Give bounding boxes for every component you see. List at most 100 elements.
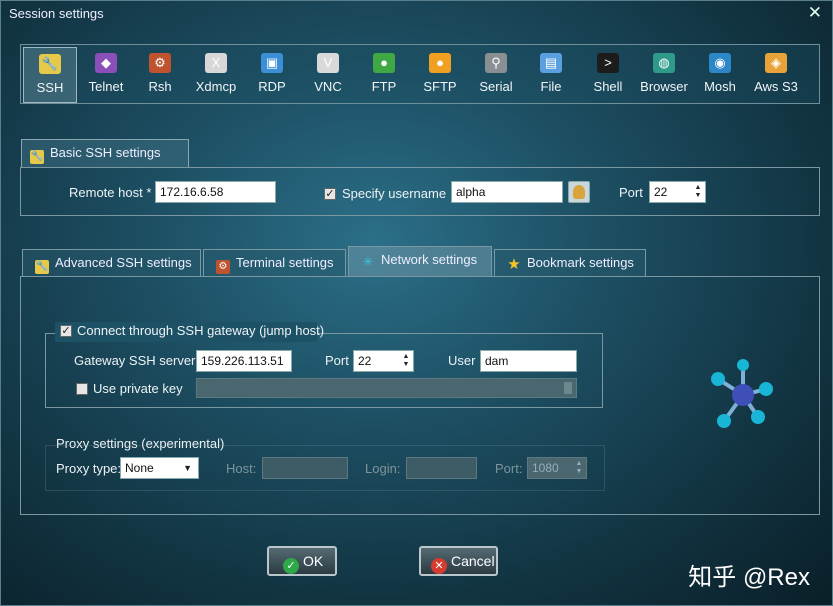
vnc-icon: V — [317, 53, 339, 73]
mosh-icon: ◉ — [709, 53, 731, 73]
toolbar-item-ssh[interactable]: 🔧 SSH — [23, 47, 77, 103]
shell-icon: > — [597, 53, 619, 73]
toolbar-item-label: VNC — [314, 79, 342, 94]
proxy-login-input — [406, 457, 477, 479]
basic-ssh-settings-label: Basic SSH settings — [50, 145, 161, 160]
port-label: Port — [619, 185, 643, 200]
toolbar-item-sftp[interactable]: ● SFTP — [413, 47, 467, 103]
gateway-user-label: User — [448, 353, 476, 368]
toolbar-item-label: Telnet — [88, 79, 124, 94]
gateway-user-input[interactable]: dam — [480, 350, 577, 372]
aws-s3-icon: ◈ — [765, 53, 787, 73]
proxy-type-value: None — [125, 461, 154, 475]
tab-terminal-settings[interactable]: ⚙ Terminal settings — [203, 249, 346, 276]
rdp-icon: ▣ — [261, 53, 283, 73]
ftp-icon: ● — [373, 53, 395, 73]
network-diagram-icon — [711, 359, 773, 428]
toolbar-item-xdmcp[interactable]: X Xdmcp — [189, 47, 243, 103]
private-key-path-input — [196, 378, 577, 398]
toolbar-item-label: Shell — [593, 79, 623, 94]
terminal-icon: ⚙ — [216, 260, 230, 274]
title-bar: Session settings ✕ — [1, 1, 832, 25]
toolbar-item-label: Xdmcp — [195, 79, 237, 94]
wrench-icon: 🔧 — [39, 54, 61, 74]
remote-host-label: Remote host * — [69, 185, 152, 200]
tab-network-settings[interactable]: ✳ Network settings — [348, 246, 492, 277]
toolbar-item-vnc[interactable]: V VNC — [301, 47, 355, 103]
gateway-header: ✓ Connect through SSH gateway (jump host… — [55, 322, 324, 342]
file-browse-icon — [564, 382, 572, 394]
toolbar-item-label: Serial — [479, 79, 513, 94]
toolbar-item-label: Aws S3 — [754, 79, 798, 94]
toolbar-item-telnet[interactable]: ◆ Telnet — [79, 47, 133, 103]
toolbar-item-browser[interactable]: ◍ Browser — [637, 47, 691, 103]
spinner-arrows-icon[interactable]: ▲ ▼ — [401, 353, 411, 369]
user-icon — [573, 185, 585, 199]
wrench-icon: 🔧 — [30, 150, 44, 164]
spinner-arrows-icon[interactable]: ▲ ▼ — [693, 184, 703, 200]
cancel-icon: ✕ — [431, 558, 447, 574]
tab-label: Terminal settings — [236, 255, 334, 270]
gateway-port-value: 22 — [358, 354, 372, 368]
use-private-key-checkbox[interactable] — [76, 383, 88, 395]
toolbar-item-label: File — [540, 79, 562, 94]
specify-username-label: Specify username — [342, 186, 447, 201]
toolbar-item-label: Browser — [640, 79, 688, 94]
proxy-port-spinbox: 1080 ▲ ▼ — [527, 457, 587, 479]
toolbar-item-rdp[interactable]: ▣ RDP — [245, 47, 299, 103]
ok-label: OK — [303, 553, 324, 569]
tab-bookmark-settings[interactable]: ★ Bookmark settings — [494, 249, 646, 276]
close-icon[interactable]: ✕ — [808, 3, 822, 23]
file-icon: ▤ — [540, 53, 562, 73]
username-input[interactable]: alpha — [451, 181, 563, 203]
session-type-toolbar: 🔧 SSH ◆ Telnet ⚙ Rsh X Xdmcp ▣ RDP V VNC ● FTP ● SFTP ⚲ S… — [20, 44, 820, 104]
proxy-type-label: Proxy type: — [56, 461, 122, 476]
watermark: 知乎 @Rex — [688, 564, 810, 591]
toolbar-item-label: Rsh — [148, 79, 172, 94]
gateway-port-spinbox[interactable]: 22 ▲ ▼ — [353, 350, 414, 372]
port-value: 22 — [654, 185, 668, 199]
window-title: Session settings — [9, 6, 104, 21]
toolbar-item-label: RDP — [258, 79, 286, 94]
chevron-down-icon: ▼ — [183, 463, 192, 473]
telnet-icon: ◆ — [95, 53, 117, 73]
proxy-type-select[interactable]: None ▼ — [120, 457, 199, 479]
gateway-port-label: Port — [325, 353, 349, 368]
toolbar-item-rsh[interactable]: ⚙ Rsh — [133, 47, 187, 103]
toolbar-item-shell[interactable]: > Shell — [581, 47, 635, 103]
spinner-arrows-icon: ▲ ▼ — [575, 460, 583, 475]
cancel-label: Cancel — [451, 553, 495, 569]
cancel-button[interactable]: ✕ Cancel — [419, 546, 498, 576]
proxy-host-input — [262, 457, 348, 479]
toolbar-item-aws-s3[interactable]: ◈ Aws S3 — [749, 47, 803, 103]
toolbar-item-label: FTP — [371, 79, 397, 94]
user-picker-button[interactable] — [568, 181, 590, 203]
rsh-icon: ⚙ — [149, 53, 171, 73]
star-icon: ★ — [507, 256, 521, 273]
toolbar-item-serial[interactable]: ⚲ Serial — [469, 47, 523, 103]
proxy-port-label: Port: — [495, 461, 523, 476]
port-spinbox[interactable]: 22 ▲ ▼ — [649, 181, 706, 203]
session-settings-window: Session settings ✕ 🔧 SSH ◆ Telnet ⚙ Rsh X Xdmcp… — [0, 0, 833, 606]
gateway-server-label: Gateway SSH server — [74, 353, 196, 368]
serial-icon: ⚲ — [485, 53, 507, 73]
toolbar-item-label: SFTP — [423, 79, 457, 94]
toolbar-item-mosh[interactable]: ◉ Mosh — [693, 47, 747, 103]
globe-icon: ◍ — [653, 53, 675, 73]
tab-label: Bookmark settings — [527, 255, 634, 270]
remote-host-input[interactable]: 172.16.6.58 — [155, 181, 276, 203]
gateway-server-input[interactable]: 159.226.113.51 — [196, 350, 292, 372]
proxy-host-label: Host: — [226, 461, 257, 476]
toolbar-item-file[interactable]: ▤ File — [524, 47, 578, 103]
toolbar-item-ftp[interactable]: ● FTP — [357, 47, 411, 103]
tab-advanced-ssh-settings[interactable]: 🔧 Advanced SSH settings — [22, 249, 201, 276]
gateway-checkbox[interactable]: ✓ — [60, 325, 72, 337]
toolbar-item-label: Mosh — [704, 79, 736, 94]
use-private-key-label: Use private key — [93, 381, 183, 396]
wrench-icon: 🔧 — [35, 260, 49, 274]
basic-ssh-settings-tab[interactable]: 🔧 Basic SSH settings — [21, 139, 189, 167]
ok-button[interactable]: ✓ OK — [267, 546, 337, 576]
sftp-icon: ● — [429, 53, 451, 73]
specify-username-checkbox[interactable]: ✓ — [324, 188, 336, 200]
gateway-label: Connect through SSH gateway (jump host) — [77, 323, 325, 338]
